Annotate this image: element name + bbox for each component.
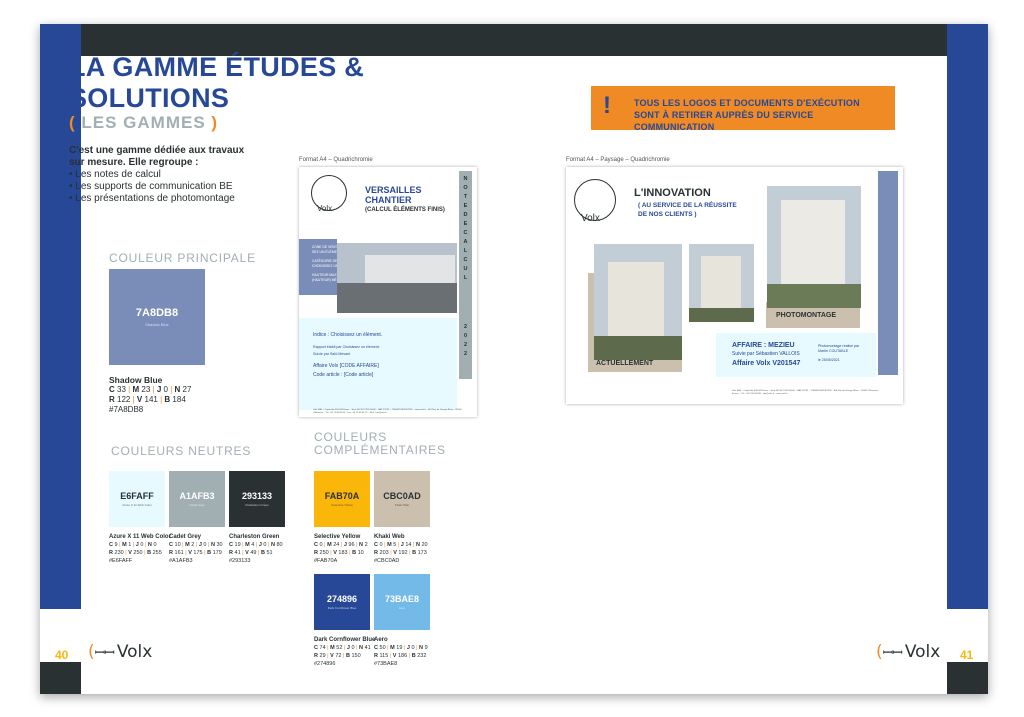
doc1-footer: Volx SAS – Capital de 500 000 Euros – Si… [313, 409, 462, 414]
color-swatch: E6FAFF Azure X 11 Web Color [109, 471, 165, 527]
intro-text: C'est une gamme dédiée aux travaux sur m… [69, 145, 249, 205]
doc2-preview: Volx L'INNOVATION ( AU SERVICE DE LA RÉU… [566, 167, 903, 404]
side-letter: 2 [463, 351, 468, 357]
doc2-format-label: Format A4 – Paysage – Quadrichromie [566, 157, 670, 163]
doc2-footer: Volx SAS – Capital de 500 000 Euros – Si… [732, 390, 880, 395]
list-item: Les notes de calcul [69, 169, 249, 181]
doc1-info-text: Indice : Choisissez un élément. Rapport … [313, 332, 383, 378]
warning-banner: ! TOUS LES LOGOS ET DOCUMENTS D'EXÉCUTIO… [591, 86, 895, 132]
side-letter: A [463, 239, 468, 245]
side-letter: 0 [463, 333, 468, 339]
doc2-logo-text: Volx [581, 213, 600, 224]
section-complementary-colors: COULEURS COMPLÉMENTAIRES [314, 430, 446, 457]
doc1-title: VERSAILLES CHANTIER (CALCUL ÉLÉMENTS FINI… [365, 185, 445, 213]
page-subtitle: ( LES GAMMES ) [69, 113, 219, 132]
page-number-right: (41) [956, 648, 978, 662]
doc2-tag-before: ACTUELLEMENT [596, 360, 654, 367]
side-letter: L [463, 275, 468, 281]
side-letter: E [463, 203, 468, 209]
left-footer-band [40, 662, 81, 694]
color-info: Azure X 11 Web Color C 9 | M 1 | J 0 | N … [109, 534, 171, 564]
section-neutral-colors: COULEURS NEUTRES [111, 444, 252, 458]
footer-logo-left: (ꟷꟷ Volx [88, 642, 153, 662]
side-letter: T [463, 194, 468, 200]
warning-text: TOUS LES LOGOS ET DOCUMENTS D'EXÉCUTION S… [634, 98, 860, 132]
doc2-note: Photomontage réalisé par Martin COUTABLE l… [818, 344, 860, 362]
primary-swatch: 7A8DB8 Shadow Blue [109, 269, 205, 365]
right-blue-band [947, 24, 988, 609]
side-letter: 2 [463, 342, 468, 348]
color-swatch: CBC0AD Khaki Web [374, 471, 430, 527]
side-letter: C [463, 257, 468, 263]
doc1-logo: Volx [299, 167, 357, 239]
doc1-preview: Volx VERSAILLES CHANTIER (CALCUL ÉLÉMENTS… [299, 167, 477, 417]
side-letter: N [463, 176, 468, 182]
color-info: Cadet Grey C 10 | M 2 | J 0 | N 30 R 161 |… [169, 534, 223, 564]
color-info: Dark Cornflower Blue C 74 | M 52 | J 0 | … [314, 637, 376, 667]
doc2-photo-mid [689, 244, 754, 322]
logo-mark-icon: ꟷꟷ [94, 646, 115, 661]
doc2-tag-after: PHOTOMONTAGE [776, 312, 837, 319]
doc2-side-band [878, 171, 898, 375]
side-letter: C [463, 230, 468, 236]
doc2-info-text: AFFAIRE : MEZIEU Suivie par Sébastien VA… [732, 342, 801, 367]
color-info: Charleston Green C 19 | M 4 | J 0 | N 80 R… [229, 534, 283, 564]
side-letter: E [463, 221, 468, 227]
doc2-headline: L'INNOVATION [634, 187, 711, 199]
right-footer-band [947, 662, 988, 694]
exclamation-icon: ! [603, 92, 611, 119]
color-swatch: 274896 Dark Cornflower Blue [314, 574, 370, 630]
side-letter: 2 [463, 324, 468, 330]
color-swatch: 73BAE8 Aero [374, 574, 430, 630]
doc1-format-label: Format A4 – Quadrichromie [299, 157, 373, 163]
color-swatch: 293133 Charleston Green [229, 471, 285, 527]
doc1-side-text: NOTEDECALCUL2022 [459, 175, 472, 359]
footer-logo-right: (ꟷꟷ Volx [876, 642, 941, 662]
color-swatch: A1AFB3 Cadet Grey [169, 471, 225, 527]
color-info: Aero C 50 | M 19 | J 0 | N 9R 115 | V 186… [374, 637, 428, 667]
logo-mark-icon: ꟷꟷ [882, 646, 903, 661]
color-swatch: FAB70A Selective Yellow [314, 471, 370, 527]
side-letter: O [463, 185, 468, 191]
color-info: Khaki Web C 0 | M 5 | J 14 | N 20 R 203 | … [374, 534, 428, 564]
page-number-left: (40) [51, 648, 73, 662]
side-letter: U [463, 266, 468, 272]
side-letter: L [463, 248, 468, 254]
list-item: Les présentations de photomontage [69, 193, 249, 205]
doc2-photo-after [767, 186, 861, 308]
page-title: LA GAMME ÉTUDES & SOLUTIONS [69, 52, 365, 113]
primary-color-info: Shadow Blue C 33 | M 23 | J 0 | N 27 R 1… [109, 375, 192, 414]
doc2-photo-before [594, 244, 682, 360]
doc2-subheadline: ( AU SERVICE DE LA RÉUSSITE DE NOS CLIENT… [638, 202, 737, 218]
color-info: Selective Yellow C 0 | M 24 | J 96 | N 2R… [314, 534, 368, 564]
side-letter: D [463, 212, 468, 218]
doc1-photo [337, 243, 457, 313]
section-primary-color: COULEUR PRINCIPALE [109, 251, 256, 265]
list-item: Les supports de communication BE [69, 181, 249, 193]
